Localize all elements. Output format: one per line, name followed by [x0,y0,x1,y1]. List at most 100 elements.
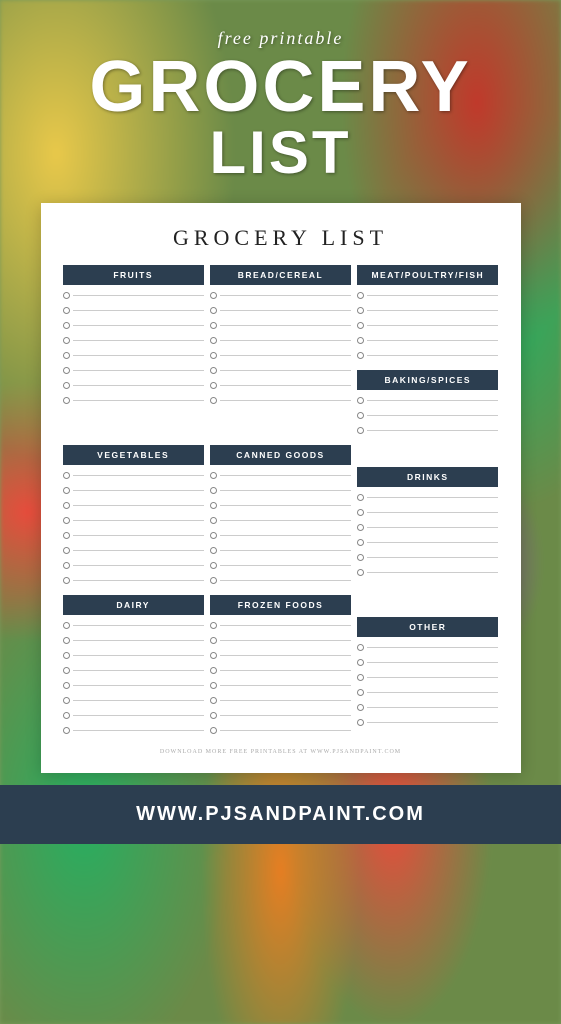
dairy-section: DAIRY [63,595,204,737]
line-item [357,490,498,504]
checkbox-circle [210,292,217,299]
line-item [357,303,498,317]
checkbox-circle [357,494,364,501]
title-list: LIST [89,123,471,183]
line [220,400,351,401]
line [220,670,351,671]
line-item [210,663,351,677]
checkbox-circle [63,397,70,404]
checkbox-circle [357,659,364,666]
line-item [210,303,351,317]
line-item [357,655,498,669]
line-item [357,408,498,422]
line-item [357,318,498,332]
line-item [63,693,204,707]
checkbox-circle [63,652,70,659]
checkbox-circle [210,547,217,554]
checkbox-circle [210,367,217,374]
checkbox-circle [357,322,364,329]
other-section: OTHER [357,617,498,729]
checkbox-circle [63,382,70,389]
line-item [63,543,204,557]
line [367,662,498,663]
checkbox-circle [63,472,70,479]
line-item [210,693,351,707]
checkbox-circle [63,577,70,584]
line [367,355,498,356]
checkbox-circle [63,307,70,314]
line-item [210,633,351,647]
line-item [63,513,204,527]
line [367,325,498,326]
drinks-header: DRINKS [357,467,498,487]
line-item [63,393,204,407]
line-item [63,468,204,482]
checkbox-circle [210,397,217,404]
line-item [210,468,351,482]
checkbox-circle [357,524,364,531]
checkbox-circle [63,517,70,524]
checkbox-circle [63,727,70,734]
checkbox-circle [210,562,217,569]
line [73,685,204,686]
line-item [357,685,498,699]
line [367,340,498,341]
frozen-foods-section: FROZEN FOODS [210,595,351,737]
line-item [63,663,204,677]
line-item [63,498,204,512]
line-item [63,723,204,737]
checkbox-circle [63,322,70,329]
line [220,700,351,701]
checkbox-circle [63,367,70,374]
website-url: WWW.PJSANDPAINT.COM [136,803,425,825]
row-2: VEGETABLES CANNED GOODS [63,445,499,587]
line [73,730,204,731]
line-item [357,565,498,579]
line-item [210,648,351,662]
line-item [210,528,351,542]
line [367,707,498,708]
line [367,295,498,296]
line-item [63,648,204,662]
line-item [357,288,498,302]
checkbox-circle [357,352,364,359]
line [73,385,204,386]
header: free printable GROCERY LIST [69,0,491,203]
checkbox-circle [210,487,217,494]
line-item [357,520,498,534]
checkbox-circle [210,472,217,479]
line-item [210,288,351,302]
line [220,490,351,491]
checkbox-circle [357,689,364,696]
line-item [210,558,351,572]
line-item [210,333,351,347]
frozen-foods-lines [210,618,351,737]
checkbox-circle [210,712,217,719]
grocery-list-card: GROCERY LIST FRUITS BREAD/CEREA [41,203,521,773]
checkbox-circle [357,307,364,314]
line [73,535,204,536]
fruits-section: FRUITS [63,265,204,437]
line-item [63,483,204,497]
line-item [63,348,204,362]
line [73,355,204,356]
meat-section: MEAT/POULTRY/FISH [357,265,498,362]
line [220,625,351,626]
line-item [210,318,351,332]
line-item [210,483,351,497]
canned-goods-header: CANNED GOODS [210,445,351,465]
checkbox-circle [357,569,364,576]
line-item [357,423,498,437]
checkbox-circle [210,517,217,524]
title-grocery: GROCERY [89,51,471,123]
line [220,580,351,581]
line [73,370,204,371]
vegetables-header: VEGETABLES [63,445,204,465]
checkbox-circle [210,667,217,674]
line-item [210,378,351,392]
checkbox-circle [210,577,217,584]
line [367,557,498,558]
fruits-lines [63,288,204,407]
line-item [357,670,498,684]
checkbox-circle [357,337,364,344]
